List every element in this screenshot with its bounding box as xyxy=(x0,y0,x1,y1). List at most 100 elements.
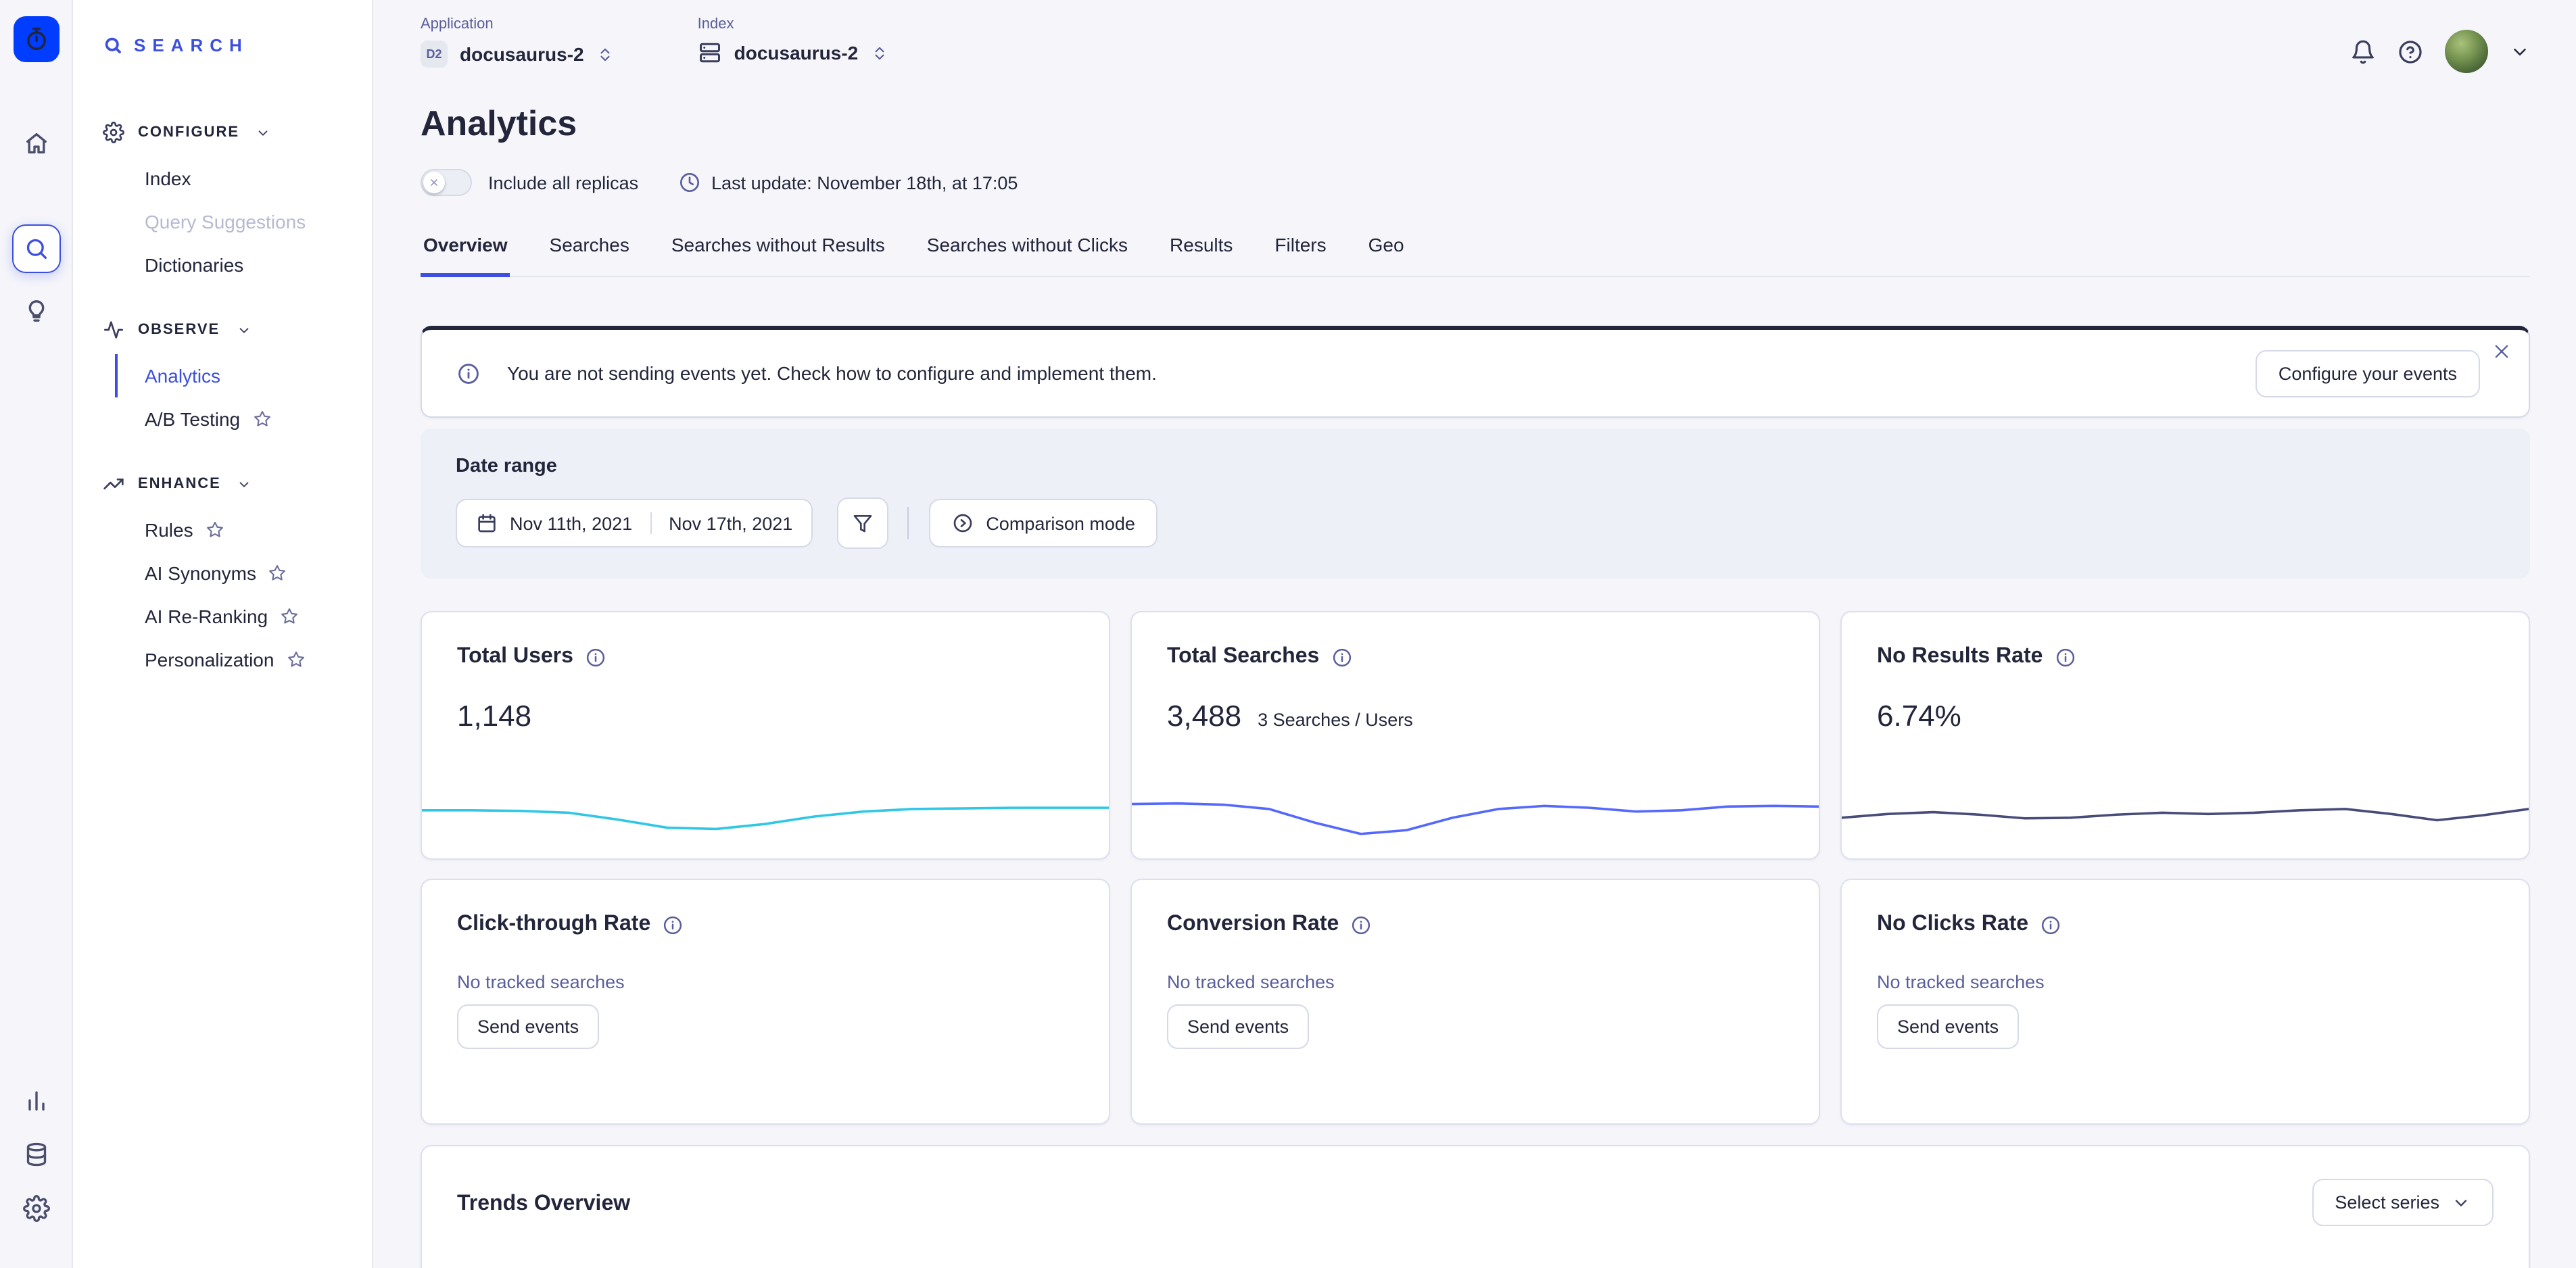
tab-filters[interactable]: Filters xyxy=(1272,223,1329,277)
metric-status: No tracked searches xyxy=(1167,972,1784,992)
metric-title: No Results Rate xyxy=(1877,645,2043,669)
info-icon[interactable] xyxy=(663,915,683,935)
select-series-button[interactable]: Select series xyxy=(2312,1179,2494,1226)
tab-searches-without-clicks[interactable]: Searches without Clicks xyxy=(924,223,1130,277)
tab-results[interactable]: Results xyxy=(1167,223,1235,277)
metric-card-conversion-rate: Conversion Rate No tracked searches Send… xyxy=(1130,879,1820,1125)
banner-message: You are not sending events yet. Check ho… xyxy=(507,362,1157,384)
activity-icon xyxy=(103,319,124,341)
main-content: Application D2 docusaurus-2 Index docusa… xyxy=(373,0,2576,1268)
tab-geo[interactable]: Geo xyxy=(1366,223,1407,277)
date-range-button[interactable]: Nov 11th, 2021 Nov 17th, 2021 xyxy=(456,499,813,547)
topbar: Application D2 docusaurus-2 Index docusa… xyxy=(421,0,2530,89)
info-icon[interactable] xyxy=(2055,647,2075,667)
star-icon xyxy=(268,564,287,583)
tab-overview[interactable]: Overview xyxy=(421,223,510,277)
index-selector-group: Index docusaurus-2 xyxy=(698,16,888,65)
search-product-logo[interactable]: SEARCH xyxy=(73,0,372,89)
section-label: OBSERVE xyxy=(138,322,220,338)
comparison-icon xyxy=(952,512,974,534)
star-icon xyxy=(206,520,224,539)
settings-icon[interactable] xyxy=(11,1184,60,1233)
search-logo-label: SEARCH xyxy=(134,34,249,55)
include-replicas-toggle[interactable] xyxy=(421,169,472,196)
application-badge: D2 xyxy=(421,41,448,68)
no-results-rate-sparkline xyxy=(1842,785,2529,848)
configure-events-button[interactable]: Configure your events xyxy=(2256,349,2480,397)
date-range-title: Date range xyxy=(456,456,2495,477)
sidebar-item-rules[interactable]: Rules xyxy=(115,508,372,552)
search-icon[interactable] xyxy=(11,224,60,273)
index-value: docusaurus-2 xyxy=(734,42,859,64)
help-icon[interactable] xyxy=(2398,39,2423,64)
metric-value: 1,148 xyxy=(457,699,531,734)
icon-rail xyxy=(0,0,73,1268)
info-icon[interactable] xyxy=(586,647,606,667)
application-value: docusaurus-2 xyxy=(460,43,584,65)
bell-icon[interactable] xyxy=(2350,39,2376,64)
total-users-sparkline xyxy=(422,785,1109,848)
metric-card-total-searches: Total Searches 3,488 3 Searches / Users xyxy=(1130,611,1820,860)
last-update-text: Last update: November 18th, at 17:05 xyxy=(711,172,1018,193)
gear-icon xyxy=(103,122,124,143)
algolia-logo[interactable] xyxy=(13,16,59,62)
sidebar-item-personalization[interactable]: Personalization xyxy=(115,638,372,681)
info-icon[interactable] xyxy=(1351,915,1371,935)
comparison-mode-button[interactable]: Comparison mode xyxy=(929,499,1158,547)
info-icon[interactable] xyxy=(1331,647,1352,667)
application-selector-group: Application D2 docusaurus-2 xyxy=(421,16,614,68)
lightbulb-icon[interactable] xyxy=(11,287,60,335)
tab-bar: Overview Searches Searches without Resul… xyxy=(421,223,2530,277)
x-icon xyxy=(429,177,439,188)
database-icon[interactable] xyxy=(11,1130,60,1179)
send-events-button[interactable]: Send events xyxy=(457,1004,599,1049)
tab-searches-without-results[interactable]: Searches without Results xyxy=(669,223,888,277)
user-avatar[interactable] xyxy=(2445,30,2488,73)
home-icon[interactable] xyxy=(11,119,60,168)
chevron-down-icon[interactable] xyxy=(2510,41,2530,62)
event-metrics-row: Click-through Rate No tracked searches S… xyxy=(421,879,2530,1125)
date-range-panel: Date range Nov 11th, 2021 Nov 17th, 2021… xyxy=(421,429,2530,579)
section-observe: OBSERVE Analytics A/B Testing xyxy=(73,319,372,441)
search-logo-icon xyxy=(103,34,123,55)
metrics-row: Total Users 1,148 Total Searches 3,488 3… xyxy=(421,611,2530,860)
chevron-down-icon xyxy=(256,125,270,140)
close-icon[interactable] xyxy=(2492,342,2511,361)
metric-card-no-results-rate: No Results Rate 6.74% xyxy=(1840,611,2530,860)
star-icon xyxy=(252,410,271,429)
sidebar-item-dictionaries[interactable]: Dictionaries xyxy=(115,243,372,287)
sidebar-item-analytics[interactable]: Analytics xyxy=(115,354,372,397)
metric-card-total-users: Total Users 1,148 xyxy=(421,611,1110,860)
info-icon[interactable] xyxy=(2041,915,2061,935)
sidebar-section-configure[interactable]: CONFIGURE xyxy=(73,122,372,143)
sidebar-section-enhance[interactable]: ENHANCE xyxy=(73,473,372,495)
sidebar-item-ai-re-ranking[interactable]: AI Re-Ranking xyxy=(115,595,372,638)
send-events-button[interactable]: Send events xyxy=(1167,1004,1309,1049)
send-events-button[interactable]: Send events xyxy=(1877,1004,2019,1049)
page-meta-row: Include all replicas Last update: Novemb… xyxy=(421,169,2530,196)
metric-title: No Clicks Rate xyxy=(1877,912,2028,937)
sidebar-section-observe[interactable]: OBSERVE xyxy=(73,319,372,341)
application-selector[interactable]: D2 docusaurus-2 xyxy=(421,41,614,68)
sidebar-item-ab-testing[interactable]: A/B Testing xyxy=(115,397,372,441)
clock-icon xyxy=(679,172,700,193)
app-root: SEARCH CONFIGURE Index Query Suggestions… xyxy=(0,0,2576,1268)
index-selector[interactable]: docusaurus-2 xyxy=(698,41,888,65)
filter-button[interactable] xyxy=(837,497,888,549)
metric-value: 6.74% xyxy=(1877,699,1961,734)
section-enhance: ENHANCE Rules AI Synonyms AI Re-Ranking … xyxy=(73,473,372,681)
metric-title: Conversion Rate xyxy=(1167,912,1339,937)
calendar-icon xyxy=(476,512,498,534)
topbar-right xyxy=(2350,16,2530,73)
star-icon xyxy=(286,650,305,669)
sidebar-item-index[interactable]: Index xyxy=(115,157,372,200)
chevron-down-icon xyxy=(236,322,251,337)
chevron-down-icon xyxy=(2452,1193,2471,1212)
sidebar-item-query-suggestions[interactable]: Query Suggestions xyxy=(115,200,372,243)
metric-subtext: 3 Searches / Users xyxy=(1258,710,1413,730)
star-icon xyxy=(280,607,299,626)
sidebar-item-ai-synonyms[interactable]: AI Synonyms xyxy=(115,552,372,595)
tab-searches[interactable]: Searches xyxy=(547,223,632,277)
select-updown-icon xyxy=(870,44,888,62)
bar-chart-icon[interactable] xyxy=(11,1076,60,1125)
